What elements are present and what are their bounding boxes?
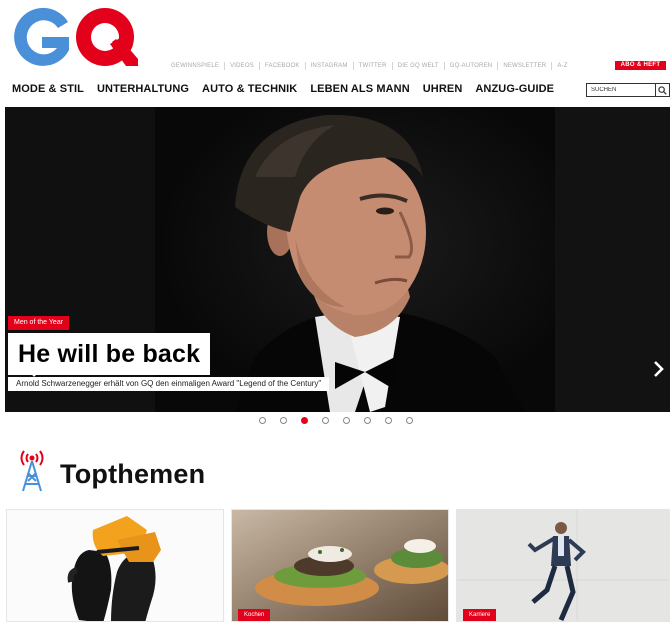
broadcast-tower-icon	[20, 450, 44, 492]
toplink-instagram[interactable]: INSTAGRAM	[306, 62, 354, 70]
section-title: Topthemen	[60, 459, 206, 489]
nav-uhren[interactable]: UHREN	[423, 83, 463, 95]
card-category-tag[interactable]: Karriere	[463, 609, 497, 621]
slider-dots	[259, 417, 413, 424]
slider-dot-5[interactable]	[343, 417, 350, 424]
hero-portrait-image	[235, 114, 525, 412]
teaser-card[interactable]: Karriere	[456, 509, 670, 622]
slider-dot-6[interactable]	[364, 417, 371, 424]
toplink-gq-autoren[interactable]: GQ-AUTOREN	[445, 62, 499, 70]
nav-mode-stil[interactable]: MODE & STIL	[12, 83, 84, 95]
nav-auto-technik[interactable]: AUTO & TECHNIK	[202, 83, 297, 95]
hero-next-button[interactable]	[649, 357, 669, 381]
toplink-newsletter[interactable]: NEWSLETTER	[498, 62, 553, 70]
slider-dot-1[interactable]	[259, 417, 266, 424]
slider-dot-7[interactable]	[385, 417, 392, 424]
nav-leben-als-mann[interactable]: LEBEN ALS MANN	[310, 83, 409, 95]
toplink-a-z[interactable]: A-Z	[552, 62, 572, 70]
main-nav: MODE & STIL UNTERHALTUNG AUTO & TECHNIK …	[12, 83, 567, 95]
hero-subtitle[interactable]: Arnold Schwarzenegger erhält von GQ den …	[8, 377, 330, 391]
card-category-tag[interactable]: Kochen	[238, 609, 271, 621]
toplink-facebook[interactable]: FACEBOOK	[260, 62, 306, 70]
nav-unterhaltung[interactable]: UNTERHALTUNG	[97, 83, 189, 95]
search-input[interactable]	[587, 84, 655, 96]
teaser-card[interactable]	[6, 509, 224, 622]
toplink-gq-welt[interactable]: DIE GQ WELT	[393, 62, 445, 70]
slider-dot-2[interactable]	[280, 417, 287, 424]
toplink-gewinnspiele[interactable]: GEWINNSPIELE	[166, 62, 226, 70]
gq-logo[interactable]	[6, 4, 138, 70]
slider-dot-4[interactable]	[322, 417, 329, 424]
hero-title[interactable]: He will be back	[8, 333, 211, 375]
slider-dot-8[interactable]	[406, 417, 413, 424]
teaser-card[interactable]: Kochen	[231, 509, 449, 622]
gloves-image	[7, 510, 223, 621]
toplink-videos[interactable]: VIDEOS	[225, 62, 260, 70]
hero-category-tag[interactable]: Men of the Year	[8, 316, 70, 330]
search-icon	[658, 85, 667, 95]
search-button[interactable]	[655, 84, 669, 96]
abo-heft-button[interactable]: ABO & HEFT	[615, 61, 666, 70]
running-man-image	[457, 510, 669, 621]
toplink-twitter[interactable]: TWITTER	[354, 62, 393, 70]
food-image	[232, 510, 448, 621]
slider-dot-3[interactable]	[301, 417, 308, 424]
search-box	[586, 83, 670, 97]
top-links-bar: GEWINNSPIELE VIDEOS FACEBOOK INSTAGRAM T…	[166, 61, 573, 71]
chevron-right-icon	[654, 361, 664, 377]
nav-anzug-guide[interactable]: ANZUG-GUIDE	[475, 83, 554, 95]
